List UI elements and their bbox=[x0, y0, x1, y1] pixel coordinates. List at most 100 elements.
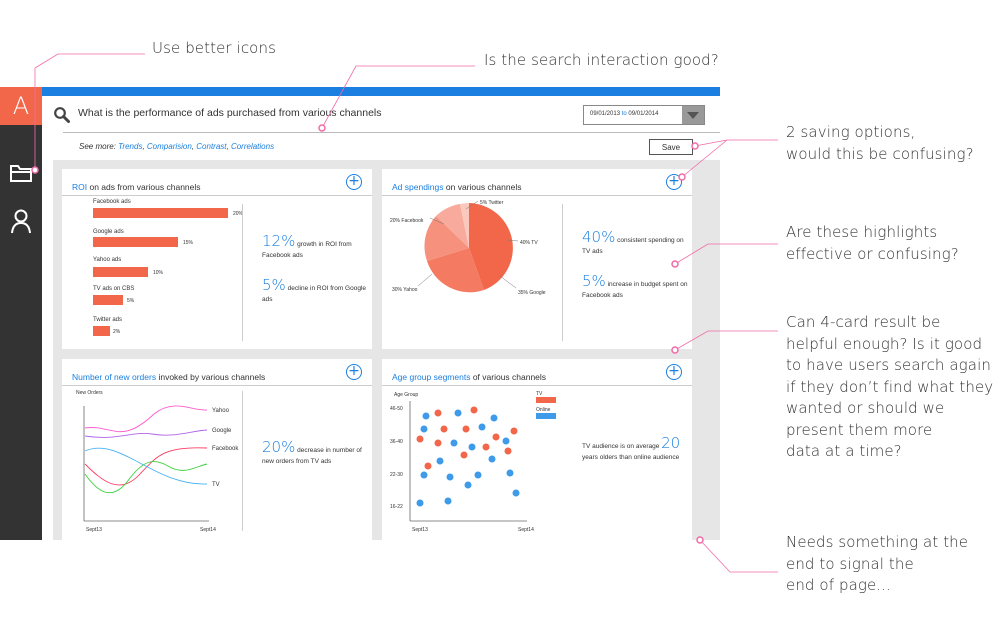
pie-label: 5% Twitter bbox=[480, 200, 504, 206]
scatter-point-online[interactable] bbox=[446, 473, 454, 481]
date-range-text: 09/01/2013 to 09/01/2014 bbox=[590, 111, 658, 117]
scatter-point-tv[interactable] bbox=[440, 425, 448, 433]
bar-value: 5% bbox=[127, 298, 135, 304]
scatter-point-tv[interactable] bbox=[462, 425, 470, 433]
x-tick-end: Sept14 bbox=[518, 527, 534, 533]
series-label: Google bbox=[212, 428, 232, 434]
results-area[interactable]: ROI on ads from various channels + Faceb… bbox=[53, 160, 720, 540]
date-from: 09/01/2013 bbox=[590, 111, 621, 117]
scatter-point-tv[interactable] bbox=[470, 406, 478, 414]
annotation-highlights: Are these highlights effective or confus… bbox=[786, 223, 959, 263]
add-icon[interactable]: + bbox=[346, 364, 362, 380]
card-title-highlight[interactable]: Ad spendings bbox=[392, 182, 444, 192]
card-title-highlight[interactable]: ROI bbox=[72, 182, 87, 192]
bar-value: 2% bbox=[113, 329, 121, 335]
annotation-search: Is the search interaction good? bbox=[484, 51, 719, 69]
bar-label: Facebook ads bbox=[93, 199, 131, 205]
bar-label: Google ads bbox=[93, 229, 124, 235]
user-icon[interactable] bbox=[9, 208, 33, 234]
top-accent-bar bbox=[42, 87, 720, 96]
highlight-stat[interactable]: 12% growth in ROI from Facebook ads bbox=[262, 234, 372, 260]
scatter-point-online[interactable] bbox=[488, 455, 496, 463]
series-tv[interactable] bbox=[84, 447, 208, 485]
scatter-point-online[interactable] bbox=[454, 409, 462, 417]
date-to-word: to bbox=[621, 111, 627, 117]
scatter-point-online[interactable] bbox=[450, 439, 458, 447]
design-review-stage: A What is the performance of ads purchas… bbox=[0, 0, 1000, 625]
link-correlations[interactable]: Correlations bbox=[231, 142, 274, 151]
scatter-point-online[interactable] bbox=[478, 423, 486, 431]
card-title-highlight[interactable]: Number of new orders bbox=[72, 372, 156, 382]
scatter-point-online[interactable] bbox=[506, 469, 514, 477]
card-title-rest: on ads from various channels bbox=[87, 182, 201, 192]
scatter-point-tv[interactable] bbox=[460, 451, 468, 459]
scatter-point-tv[interactable] bbox=[416, 435, 424, 443]
bar bbox=[93, 208, 228, 218]
scatter-point-online[interactable] bbox=[422, 412, 430, 420]
bar bbox=[93, 295, 123, 305]
search-input[interactable]: What is the performance of ads purchased… bbox=[78, 107, 382, 119]
see-more-label: See more: bbox=[79, 142, 116, 151]
scatter-point-tv[interactable] bbox=[434, 409, 442, 417]
bar bbox=[93, 237, 178, 247]
folder-icon[interactable] bbox=[9, 159, 33, 185]
scatter-point-online[interactable] bbox=[420, 471, 428, 479]
search-icon[interactable] bbox=[53, 106, 71, 124]
save-button[interactable]: Save bbox=[649, 139, 693, 155]
scatter-point-online[interactable] bbox=[464, 481, 472, 489]
scatter-point-online[interactable] bbox=[468, 443, 476, 451]
scatter-point-online[interactable] bbox=[512, 489, 520, 497]
series-yahoo[interactable] bbox=[84, 405, 208, 433]
bar-value: 15% bbox=[183, 240, 194, 246]
scatter-point-online[interactable] bbox=[490, 414, 498, 422]
link-trends[interactable]: Trends bbox=[118, 142, 142, 151]
scatter-point-online[interactable] bbox=[420, 425, 428, 433]
highlight-stat[interactable]: 20% decrease in number of new orders fro… bbox=[262, 440, 372, 466]
scatter-point-tv[interactable] bbox=[434, 439, 442, 447]
bar-label: TV ads on CBS bbox=[93, 286, 135, 292]
scatter-chart: Age Group 46-50 36-40 22-30 16-22 TV Onl… bbox=[390, 391, 556, 533]
scatter-point-tv[interactable] bbox=[492, 433, 500, 441]
scatter-point-tv[interactable] bbox=[424, 462, 432, 470]
series-google[interactable] bbox=[84, 429, 208, 438]
scatter-point-tv[interactable] bbox=[510, 427, 518, 435]
pie-chart: 5% Twitter 20% Facebook 40% TV 30% Yahoo… bbox=[390, 200, 546, 296]
scatter-points-tv[interactable] bbox=[416, 406, 518, 470]
highlight-stat[interactable]: TV audience is on average 20 years older… bbox=[582, 436, 690, 462]
scatter-point-online[interactable] bbox=[436, 457, 444, 465]
annotation-saving: 2 saving options, would this be confusin… bbox=[786, 123, 974, 163]
scatter-point-tv[interactable] bbox=[482, 443, 490, 451]
add-icon[interactable]: + bbox=[666, 174, 682, 190]
link-comparison[interactable]: Comparision bbox=[147, 142, 192, 151]
scatter-point-online[interactable] bbox=[474, 471, 482, 479]
highlight-stat[interactable]: 5% decline in ROI from Google ads bbox=[262, 278, 372, 304]
see-more-links: See more: Trends, Comparision, Contrast,… bbox=[79, 142, 275, 151]
app-logo[interactable]: A bbox=[0, 87, 42, 125]
link-contrast[interactable]: Contrast bbox=[196, 142, 226, 151]
sidebar: A bbox=[0, 87, 42, 540]
x-tick-start: Sept13 bbox=[86, 527, 102, 533]
card-title: Number of new orders invoked by various … bbox=[72, 372, 265, 382]
pie-label: 20% Facebook bbox=[390, 218, 424, 224]
x-tick-start: Sept13 bbox=[412, 527, 428, 533]
legend-swatch-online bbox=[536, 413, 556, 419]
card-title-rest: of various channels bbox=[470, 372, 547, 382]
scatter-point-online[interactable] bbox=[502, 437, 510, 445]
card-title-rest: on various channels bbox=[443, 182, 522, 192]
highlight-stat[interactable]: 40% consistent spending on TV ads bbox=[582, 230, 692, 256]
card-vertical-divider bbox=[242, 204, 243, 341]
card-vertical-divider bbox=[562, 204, 563, 341]
add-icon[interactable]: + bbox=[346, 174, 362, 190]
card-title: Ad spendings on various channels bbox=[392, 182, 521, 192]
date-range-picker[interactable]: 09/01/2013 to 09/01/2014 bbox=[583, 105, 705, 125]
scatter-point-online[interactable] bbox=[444, 497, 452, 505]
card-title-highlight[interactable]: Age group segments bbox=[392, 372, 470, 382]
pie-label: 40% TV bbox=[520, 240, 538, 246]
scatter-point-tv[interactable] bbox=[504, 447, 512, 455]
card-ad-spendings: Ad spendings on various channels + 5% Tw… bbox=[382, 169, 692, 349]
add-icon[interactable]: + bbox=[666, 364, 682, 380]
scatter-point-online[interactable] bbox=[416, 499, 424, 507]
scatter-points-online[interactable] bbox=[416, 409, 520, 507]
highlight-stat[interactable]: 5% increase in budget spent on Facebook … bbox=[582, 274, 692, 300]
chevron-down-icon[interactable] bbox=[682, 106, 704, 124]
